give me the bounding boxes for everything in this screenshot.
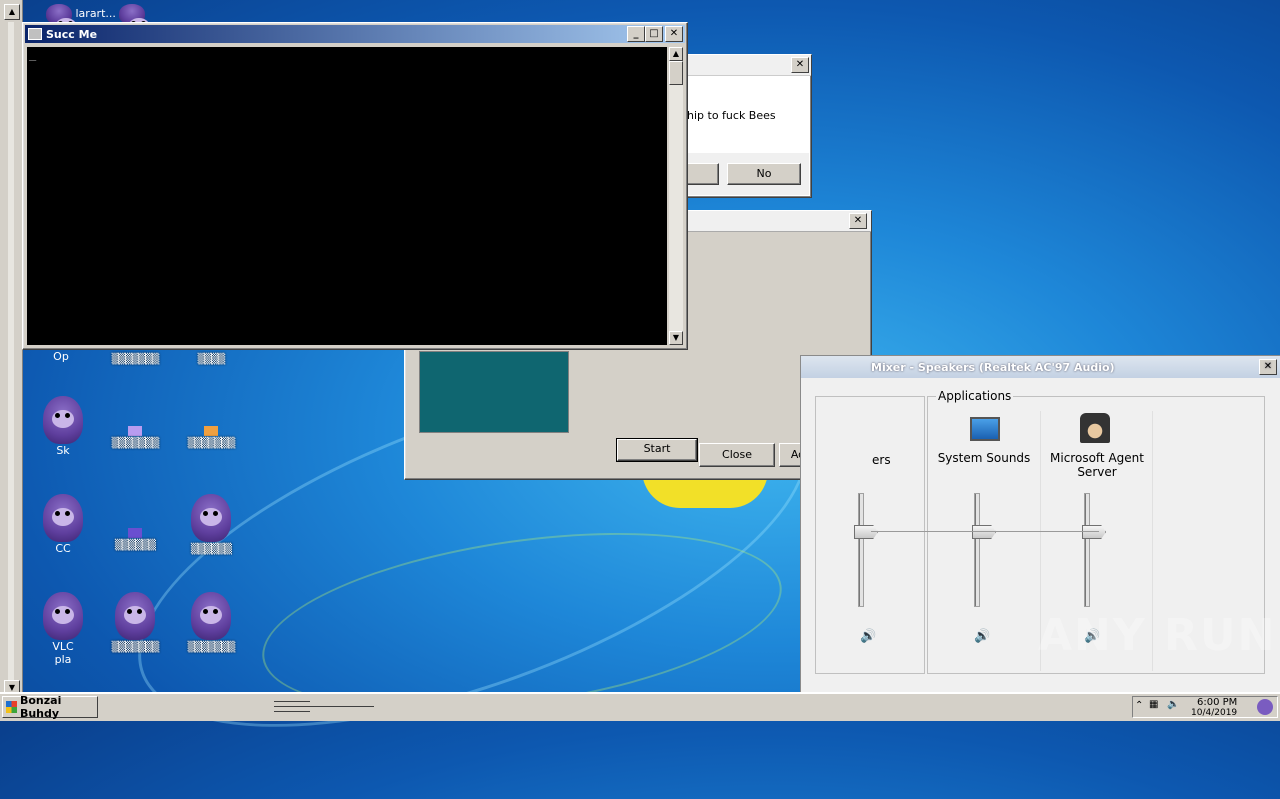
bonzi-icon [43, 494, 83, 542]
taskbar-quicklaunch-glitch [274, 699, 374, 715]
scroll-up-arrow-icon[interactable]: ▲ [4, 4, 20, 20]
left-scrollbar[interactable]: ▲ ▼ [0, 0, 23, 696]
agent-volume-track[interactable] [1084, 493, 1090, 607]
desktop-icon-label: CC [55, 542, 71, 555]
garbled-label: ▒▒▒▒▒▒▒ [111, 642, 160, 653]
app-column-system-sounds: System Sounds 🔊 [928, 411, 1041, 671]
bonzi-icon [46, 4, 77, 36]
console-title: Succ Me [46, 27, 98, 41]
console-cursor: _ [29, 47, 37, 61]
desktop-icon-bonzi[interactable]: ▒▒▒▒▒▒ [176, 494, 246, 555]
speaker-icon[interactable]: 🔊 [860, 629, 876, 644]
desktop-icon-vlc[interactable]: VLC pla [28, 592, 98, 666]
bonzi-icon [43, 592, 83, 640]
close-button[interactable]: Close [699, 443, 775, 467]
preview-panel [419, 351, 569, 433]
garbled-label: ▒▒▒▒▒▒▒ [111, 438, 160, 449]
clock-date[interactable]: 10/4/2019 [1191, 708, 1237, 718]
applications-label: Applications [936, 389, 1014, 403]
start-button[interactable]: Bonzai Buhdy [2, 694, 98, 720]
file-icon [128, 528, 142, 538]
mixer-title: Mixer - Speakers (Realtek AC'97 Audio) [871, 360, 1115, 374]
close-icon[interactable]: ✕ [665, 26, 683, 42]
taskbar: Bonzai Buhdy ⌃ ▦ 🔈 6:00 PM 10/4/2019 [0, 692, 1280, 721]
yes-button[interactable] [687, 163, 719, 185]
device-label: ers [872, 453, 891, 467]
bonzi-icon [119, 4, 151, 36]
desktop-icon-sk[interactable]: Sk [28, 396, 98, 457]
console-scrollbar[interactable]: ▲ ▼ [669, 47, 683, 345]
desktop-icon-bonzi[interactable]: ▒▒▒▒▒▒▒ [100, 592, 170, 653]
system-sounds-volume-track[interactable] [974, 493, 980, 607]
console-output[interactable]: _ [27, 47, 667, 345]
mixer-titlebar[interactable]: Mixer - Speakers (Realtek AC'97 Audio) ✕ [801, 356, 1280, 378]
console-window: Succ Me _ □ ✕ _ ▲ ▼ [22, 22, 688, 350]
console-titlebar[interactable]: Succ Me _ □ ✕ [25, 25, 685, 43]
desktop-icon-file[interactable]: ▒▒▒▒▒▒ [100, 528, 170, 551]
speaker-icon[interactable]: 🔊 [974, 629, 990, 644]
bonzi-icon [115, 592, 155, 640]
bonzi-icon [191, 494, 231, 542]
desktop-icon-op[interactable]: Op [26, 350, 96, 363]
device-volume-thumb[interactable] [854, 525, 878, 539]
close-icon[interactable]: ✕ [791, 57, 809, 73]
dialog-message: hip to fuck Bees [687, 109, 776, 122]
bonzi-icon [191, 592, 231, 640]
maximize-icon[interactable]: □ [645, 26, 663, 42]
slider-link-line [871, 531, 1099, 532]
bonzi-icon [43, 396, 83, 444]
close-icon[interactable]: ✕ [1259, 359, 1277, 375]
desktop-icon-cc[interactable]: CC [28, 494, 98, 555]
scroll-up-arrow-icon[interactable]: ▲ [669, 47, 683, 61]
garbled-label: ▒▒▒▒▒▒▒ [111, 354, 160, 365]
desktop-icon-label: larart... [75, 7, 116, 20]
desktop-icon-label: Op [53, 350, 69, 363]
desktop-icon-label: VLC pla [52, 640, 74, 666]
agent-icon [1080, 413, 1110, 443]
start-label: Bonzai Buhdy [19, 694, 62, 720]
agent-volume-thumb[interactable] [1082, 525, 1106, 539]
garbled-label: ▒▒▒▒ [197, 354, 226, 365]
scroll-thumb[interactable] [669, 61, 683, 85]
bonzi-tray-icon[interactable] [1257, 699, 1273, 715]
file-icon [128, 426, 142, 436]
desktop-icon-garbled[interactable]: ▒▒▒▒ [176, 352, 246, 365]
windows-logo-icon [6, 701, 17, 713]
system-sounds-volume-thumb[interactable] [972, 525, 996, 539]
scroll-track[interactable] [8, 22, 14, 682]
console-icon [28, 28, 42, 40]
system-tray: ⌃ ▦ 🔈 6:00 PM 10/4/2019 [1132, 696, 1278, 718]
garbled-label: ▒▒▒▒▒▒▒ [187, 642, 236, 653]
desktop-icon-bonzi[interactable]: ▒▒▒▒▒▒▒ [176, 592, 246, 653]
monitor-icon [970, 417, 1000, 441]
desktop-icon-garbled[interactable]: ▒▒▒▒▒▒▒ [100, 352, 170, 365]
file-icon [204, 426, 218, 436]
device-volume-track[interactable] [858, 493, 864, 607]
start-button[interactable]: Start [616, 438, 698, 462]
desktop-icon-file[interactable]: ▒▒▒▒▒▒▒ [100, 426, 170, 449]
no-button[interactable]: No [727, 163, 801, 185]
garbled-label: ▒▒▒▒▒▒ [190, 544, 232, 555]
watermark: ANY RUN [1038, 610, 1277, 661]
clock-time[interactable]: 6:00 PM [1197, 697, 1237, 708]
device-group: ers 🔊 [815, 396, 925, 674]
desktop-icon-label: Sk [56, 444, 70, 457]
app-name: Microsoft Agent Server [1050, 451, 1144, 479]
app-name: System Sounds [937, 451, 1031, 465]
garbled-label: ▒▒▒▒▒▒ [114, 540, 156, 551]
desktop-icon-file[interactable]: ▒▒▒▒▒▒▒ [176, 426, 246, 449]
minimize-icon[interactable]: _ [627, 26, 645, 42]
volume-icon[interactable]: 🔈 [1167, 699, 1179, 710]
tray-chevron-icon[interactable]: ⌃ [1135, 700, 1143, 711]
garbled-label: ▒▒▒▒▒▒▒ [187, 438, 236, 449]
desktop-icon-top[interactable]: larart... [46, 4, 151, 36]
close-icon[interactable]: ✕ [849, 213, 867, 229]
scroll-down-arrow-icon[interactable]: ▼ [669, 331, 683, 345]
network-icon[interactable]: ▦ [1149, 699, 1158, 710]
